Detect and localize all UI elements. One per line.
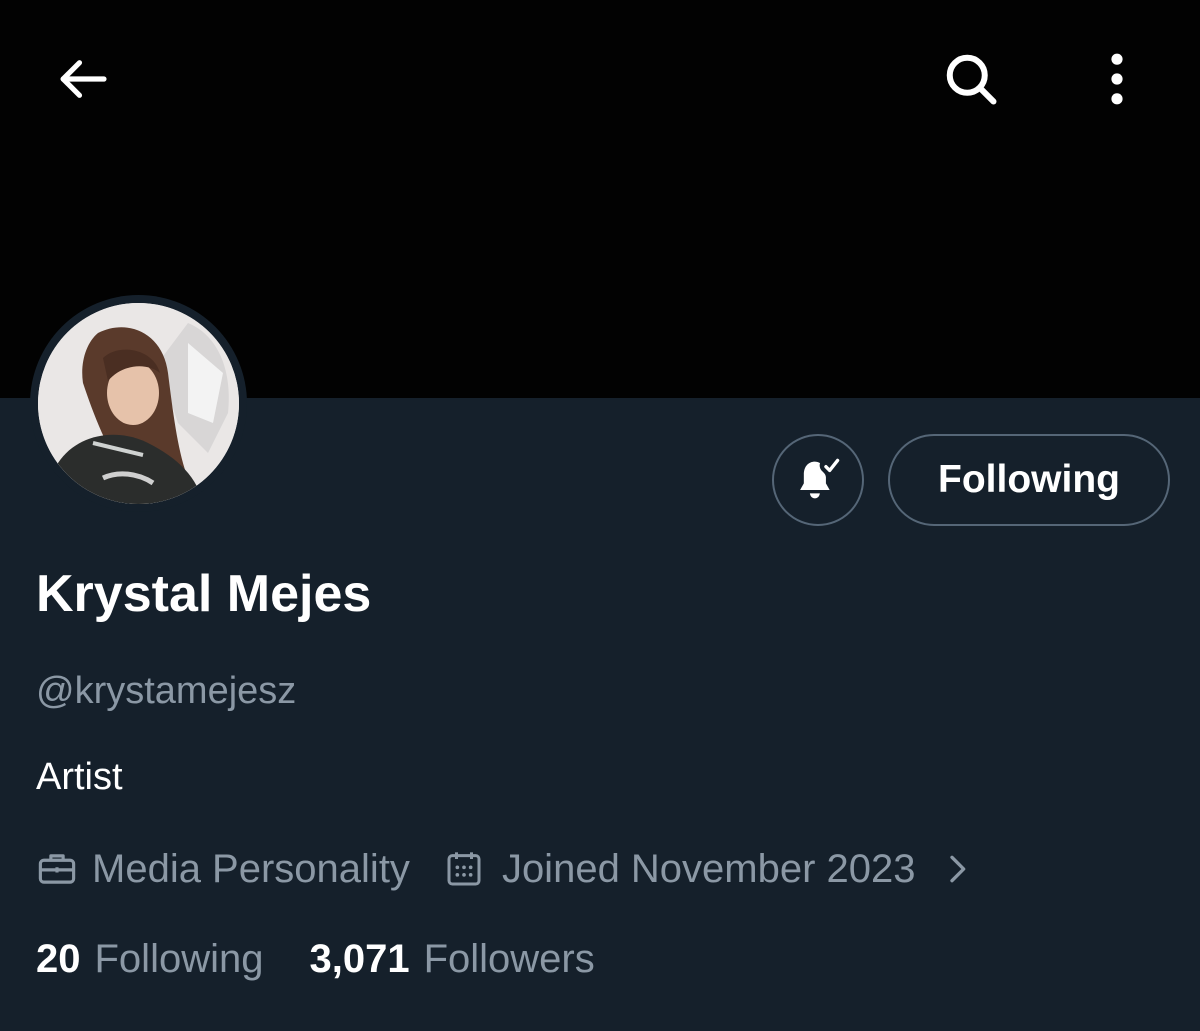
back-button[interactable] <box>40 36 126 122</box>
search-button[interactable] <box>928 36 1014 122</box>
search-icon <box>946 54 997 105</box>
joined-date: Joined November 2023 <box>501 846 916 891</box>
followers-stat[interactable]: 3,071 Followers <box>309 937 594 982</box>
bell-check-icon <box>800 458 840 499</box>
following-count: 20 <box>36 936 81 981</box>
calendar-icon <box>444 849 484 889</box>
profile-bio: Artist <box>36 756 123 798</box>
followers-count: 3,071 <box>309 936 410 981</box>
profile-category: Media Personality <box>92 846 410 891</box>
profile-meta: Media Personality Joined November 2023 <box>36 844 972 894</box>
avatar[interactable] <box>30 295 247 512</box>
user-handle: @krystamejesz <box>36 670 297 712</box>
more-options-button[interactable] <box>1074 36 1160 122</box>
more-vertical-icon <box>1111 53 1123 105</box>
following-button[interactable]: Following <box>888 434 1170 526</box>
followers-label: Followers <box>423 936 595 981</box>
chevron-right-icon[interactable] <box>942 849 972 889</box>
following-label: Following <box>94 936 264 981</box>
profile-stats: 20 Following 3,071 Followers <box>36 934 595 984</box>
display-name: Krystal Mejes <box>36 565 372 623</box>
briefcase-icon <box>36 848 78 890</box>
notifications-button[interactable] <box>772 434 864 526</box>
arrow-left-icon <box>60 60 107 98</box>
following-stat[interactable]: 20 Following <box>36 937 263 982</box>
avatar-image <box>38 303 239 504</box>
